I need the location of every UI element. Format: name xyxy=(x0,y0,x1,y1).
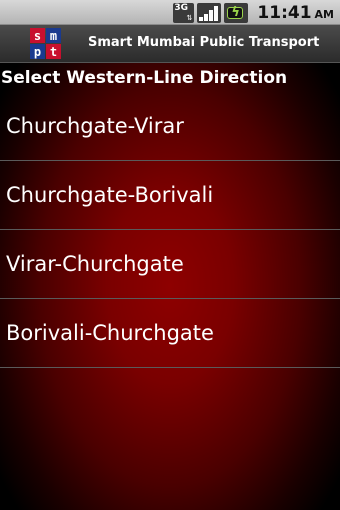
smpt-logo-icon: s m p t xyxy=(30,28,61,59)
logo-letter: t xyxy=(46,44,61,59)
status-bar: 3G ⇅ ϟ 11:41 AM xyxy=(0,0,340,25)
direction-item-churchgate-virar[interactable]: Churchgate-Virar xyxy=(0,92,340,161)
3g-data-icon: 3G ⇅ xyxy=(173,2,195,23)
direction-item-churchgate-borivali[interactable]: Churchgate-Borivali xyxy=(0,161,340,230)
app-title: Smart Mumbai Public Transport xyxy=(88,35,320,50)
clock: 11:41 AM xyxy=(257,3,334,23)
direction-label: Churchgate-Virar xyxy=(6,114,184,138)
app-title-bar: s m p t Smart Mumbai Public Transport xyxy=(0,25,340,63)
logo-letter: p xyxy=(30,44,45,59)
logo-letter: m xyxy=(46,28,61,43)
network-type-label: 3G xyxy=(174,2,189,13)
data-arrows-icon: ⇅ xyxy=(186,13,193,22)
direction-list: Churchgate-Virar Churchgate-Borivali Vir… xyxy=(0,92,340,368)
signal-strength-icon xyxy=(197,2,222,23)
direction-item-borivali-churchgate[interactable]: Borivali-Churchgate xyxy=(0,299,340,368)
main-content: Select Western-Line Direction Churchgate… xyxy=(0,63,340,510)
clock-ampm: AM xyxy=(314,7,334,21)
status-icons: 3G ⇅ ϟ 11:41 AM xyxy=(173,2,334,23)
direction-item-virar-churchgate[interactable]: Virar-Churchgate xyxy=(0,230,340,299)
logo-letter: s xyxy=(30,28,45,43)
page-heading: Select Western-Line Direction xyxy=(1,68,288,88)
direction-label: Borivali-Churchgate xyxy=(6,321,214,345)
clock-time: 11:41 xyxy=(257,2,312,23)
direction-label: Virar-Churchgate xyxy=(6,252,184,276)
direction-label: Churchgate-Borivali xyxy=(6,183,214,207)
battery-charging-icon: ϟ xyxy=(224,2,249,23)
